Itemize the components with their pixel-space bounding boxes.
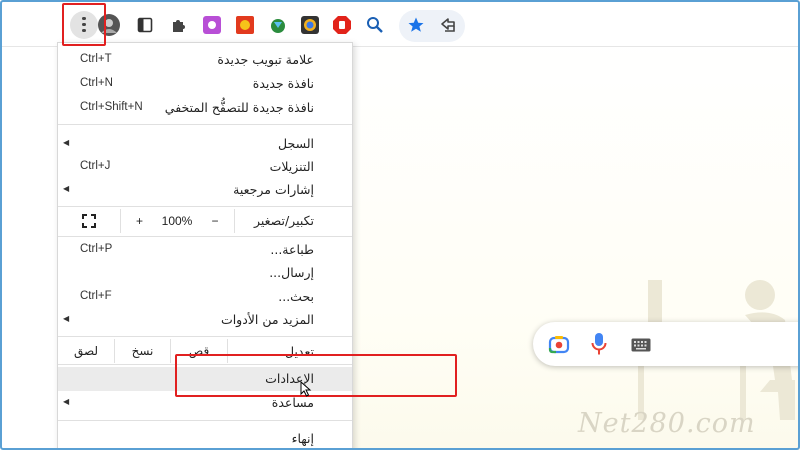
menu-item-shortcut: Ctrl+T [80, 53, 112, 65]
zoom-row: تكبير/تصغير + 100% − [58, 209, 352, 233]
menu-item-new-window[interactable]: نافذة جديدة Ctrl+N [58, 73, 352, 95]
menu-divider [58, 124, 352, 125]
menu-item-downloads[interactable]: التنزيلات Ctrl+J [58, 156, 352, 178]
extension-icon[interactable] [201, 14, 223, 36]
submenu-arrow-icon: ◀ [63, 314, 70, 323]
side-panel-icon[interactable] [134, 14, 156, 36]
menu-item-label: طباعة... [270, 242, 314, 257]
keyboard-icon[interactable] [631, 337, 651, 356]
browser-toolbar [2, 2, 798, 47]
menu-divider [58, 206, 352, 207]
menu-item-label: بحث... [278, 289, 314, 304]
puzzle-icon[interactable] [167, 14, 189, 36]
watermark-text: Net280.com [578, 408, 756, 439]
menu-item-shortcut: Ctrl+N [80, 77, 113, 89]
zoom-out-button[interactable]: − [196, 209, 234, 233]
menu-item-shortcut: Ctrl+J [80, 160, 111, 172]
fullscreen-icon [82, 214, 96, 228]
menu-item-bookmarks[interactable]: ◀ إشارات مرجعية [58, 179, 352, 201]
menu-item-label: نافذة جديدة [252, 76, 314, 91]
menu-item-label: إشارات مرجعية [233, 182, 314, 197]
menu-item-label: السجل [278, 136, 314, 151]
menu-item-find[interactable]: بحث... Ctrl+F [58, 286, 352, 308]
menu-item-shortcut: Ctrl+Shift+N [80, 101, 143, 113]
copy-button[interactable]: نسخ [114, 339, 170, 363]
menu-item-label: علامة تبويب جديدة [217, 52, 314, 67]
settings-highlight [175, 354, 457, 397]
search-extension-icon[interactable] [364, 14, 386, 36]
menu-item-cast[interactable]: إرسال... [58, 262, 352, 284]
star-icon[interactable] [405, 14, 427, 36]
extension-icon[interactable] [299, 14, 321, 36]
menu-item-exit[interactable]: إنهاء [58, 428, 352, 450]
menu-item-label: إرسال... [269, 265, 314, 280]
menu-item-new-tab[interactable]: علامة تبويب جديدة Ctrl+T [58, 49, 352, 71]
share-icon[interactable] [438, 14, 460, 36]
menu-item-incognito[interactable]: نافذة جديدة للتصفُّح المتخفي Ctrl+Shift+… [58, 97, 352, 119]
google-search-bar[interactable] [533, 322, 800, 366]
microphone-icon[interactable] [591, 332, 607, 360]
zoom-in-button[interactable]: + [120, 209, 158, 233]
chrome-menu-button[interactable] [62, 3, 106, 46]
menu-item-label: نافذة جديدة للتصفُّح المتخفي [164, 100, 314, 115]
menu-item-shortcut: Ctrl+F [80, 290, 112, 302]
menu-item-label: المزيد من الأدوات [220, 312, 314, 327]
kebab-menu-icon [70, 10, 98, 39]
menu-item-history[interactable]: ◀ السجل [58, 133, 352, 155]
submenu-arrow-icon: ◀ [63, 397, 70, 406]
adblock-icon[interactable] [331, 14, 353, 36]
menu-item-label: إنهاء [291, 431, 314, 446]
zoom-level: 100% [161, 214, 193, 228]
extension-icon[interactable] [267, 14, 289, 36]
submenu-arrow-icon: ◀ [63, 138, 70, 147]
extension-icon[interactable] [234, 14, 256, 36]
paste-button[interactable]: لصق [58, 339, 114, 363]
menu-divider [234, 209, 235, 233]
menu-divider [58, 236, 352, 237]
fullscreen-button[interactable] [58, 209, 120, 233]
menu-item-more-tools[interactable]: ◀ المزيد من الأدوات [58, 309, 352, 331]
menu-item-print[interactable]: طباعة... Ctrl+P [58, 239, 352, 261]
menu-item-label: التنزيلات [269, 159, 314, 174]
menu-divider [58, 336, 352, 337]
zoom-label: تكبير/تصغير [253, 213, 314, 228]
submenu-arrow-icon: ◀ [63, 184, 70, 193]
menu-item-shortcut: Ctrl+P [80, 243, 113, 255]
mouse-cursor-icon [300, 380, 312, 401]
menu-divider [58, 420, 352, 421]
google-lens-icon[interactable] [548, 333, 570, 359]
